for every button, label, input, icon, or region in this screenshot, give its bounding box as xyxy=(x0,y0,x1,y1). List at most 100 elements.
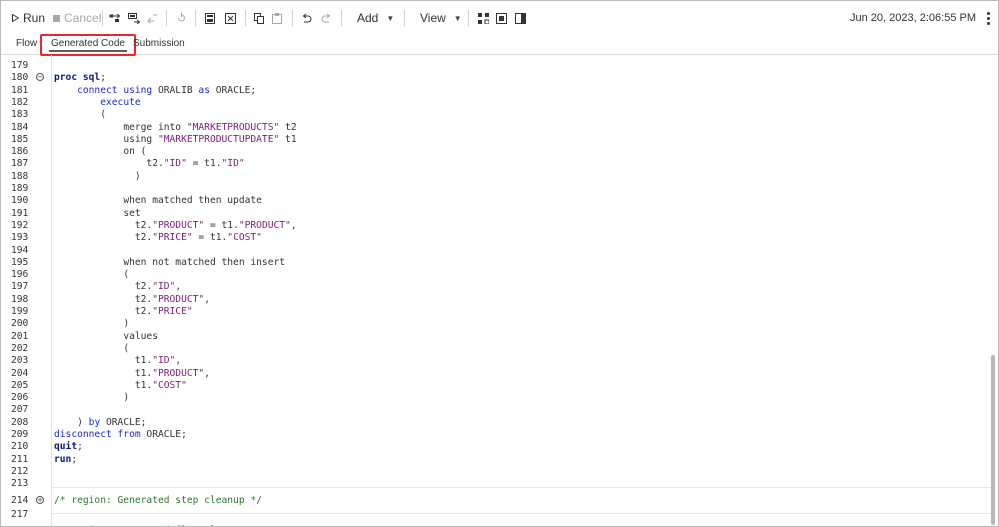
code-line[interactable]: 184 merge into "MARKETPRODUCTS" t2 xyxy=(1,122,991,134)
code-line[interactable]: 206 ) xyxy=(1,392,991,404)
tab-flow[interactable]: Flow xyxy=(16,35,37,54)
code-line[interactable]: 186 on ( xyxy=(1,146,991,158)
code-token: ) xyxy=(123,392,130,404)
code-line[interactable]: 205 t1."COST" xyxy=(1,380,991,392)
line-number: 217 xyxy=(11,508,29,520)
code-token: as xyxy=(198,84,210,96)
code-line[interactable]: 200 ) xyxy=(1,318,991,330)
code-token: t1. xyxy=(134,367,153,379)
code-line[interactable]: 189 xyxy=(1,183,991,195)
code-line[interactable]: 183 ( xyxy=(1,109,991,121)
line-number: 187 xyxy=(11,158,29,170)
code-line[interactable]: 191 set xyxy=(1,208,991,220)
code-token: , xyxy=(175,281,182,293)
run-to-node-button[interactable] xyxy=(109,1,121,35)
code-line[interactable]: 201 values xyxy=(1,331,991,343)
code-token: "PRODUCT" xyxy=(152,367,205,379)
code-line[interactable]: 187 t2."ID" = t1."ID" xyxy=(1,158,991,170)
code-line[interactable]: 185 using "MARKETPRODUCTUPDATE" t1 xyxy=(1,134,991,146)
code-token: /* region: Generated step cleanup */ xyxy=(54,494,262,506)
code-line[interactable]: 195 when not matched then insert xyxy=(1,257,991,269)
code-token: ORALIB xyxy=(152,84,199,96)
code-line[interactable]: 179 xyxy=(1,60,991,72)
redo-button[interactable] xyxy=(321,1,332,35)
code-token: "ID" xyxy=(163,158,187,170)
paste-button[interactable] xyxy=(272,1,282,35)
code-line[interactable]: 181 connect using ORALIB as ORACLE; xyxy=(1,85,991,97)
toolbar-divider xyxy=(341,10,342,26)
code-line[interactable]: 194 xyxy=(1,245,991,257)
add-menu-button[interactable]: Add ▼ xyxy=(357,1,394,35)
run-button[interactable]: Run xyxy=(12,1,45,35)
code-token: by xyxy=(88,416,101,428)
code-line[interactable]: 182 execute xyxy=(1,97,991,109)
refresh-button[interactable] xyxy=(177,1,186,35)
run-node-button[interactable] xyxy=(128,1,140,35)
line-number: 213 xyxy=(11,478,29,490)
fit-to-view-button[interactable] xyxy=(496,1,507,35)
code-text: disconnect from ORACLE; xyxy=(54,429,187,440)
more-options-icon[interactable] xyxy=(986,12,990,25)
code-line[interactable]: 213 xyxy=(1,478,991,490)
code-line[interactable]: 198 t2."PRODUCT", xyxy=(1,294,991,306)
code-token: using xyxy=(123,133,158,145)
code-line[interactable]: 196 ( xyxy=(1,269,991,281)
code-line[interactable]: 190 when matched then update xyxy=(1,195,991,207)
code-token: t2. xyxy=(134,293,153,305)
code-line[interactable]: 210 quit; xyxy=(1,441,991,453)
code-text: execute xyxy=(54,97,140,108)
tab-submission[interactable]: Submission xyxy=(133,35,185,54)
run-from-node-button[interactable] xyxy=(147,1,158,35)
save-as-icon xyxy=(225,12,236,24)
line-number: 210 xyxy=(11,441,29,453)
toolbar: Run Cancel Add ▼ View ▼ Jun 20, 2023, 2:… xyxy=(1,1,998,35)
code-line[interactable]: 209 disconnect from ORACLE; xyxy=(1,429,991,441)
code-text: t2."ID" = t1."ID" xyxy=(54,158,244,170)
code-token: quit xyxy=(54,441,78,453)
code-line[interactable]: 192 t2."PRODUCT" = t1."PRODUCT", xyxy=(1,220,991,232)
save-as-button[interactable] xyxy=(225,1,236,35)
code-token: "ID" xyxy=(152,281,176,293)
line-number: 185 xyxy=(11,133,29,145)
code-token: , xyxy=(290,219,297,231)
auto-arrange-button[interactable] xyxy=(478,1,489,35)
cancel-button[interactable]: Cancel xyxy=(53,1,101,35)
code-line[interactable]: 202 ( xyxy=(1,343,991,355)
line-number: 199 xyxy=(11,306,29,317)
expand-region-icon[interactable]: + xyxy=(36,495,44,504)
code-token: "COST" xyxy=(152,379,187,391)
code-line[interactable]: 211 run; xyxy=(1,454,991,466)
code-line[interactable]: 180− proc sql; xyxy=(1,72,991,84)
copy-button[interactable] xyxy=(254,1,264,35)
line-number: 182 xyxy=(11,96,29,108)
add-label: Add xyxy=(357,11,379,25)
code-editor[interactable]: 179 180− proc sql; 181 connect using ORALIB… xyxy=(1,55,998,526)
save-button[interactable] xyxy=(205,1,215,35)
undo-button[interactable] xyxy=(301,1,312,35)
code-token: t1. xyxy=(134,355,153,367)
code-token: ; xyxy=(71,453,78,465)
properties-button[interactable] xyxy=(515,1,526,35)
code-line[interactable]: 203 t1."ID", xyxy=(1,355,991,367)
code-line[interactable]: 193 t2."PRICE" = t1."COST" xyxy=(1,232,991,244)
arrange-icon xyxy=(478,12,489,24)
tab-bar: Flow Generated Code Submission xyxy=(1,34,998,56)
code-line[interactable]: 207 xyxy=(1,404,991,416)
vertical-scrollbar[interactable] xyxy=(991,355,995,525)
code-line[interactable]: 188 ) xyxy=(1,171,991,183)
code-token: values xyxy=(123,330,158,342)
collapse-region-icon[interactable]: − xyxy=(36,73,44,82)
code-token: ( xyxy=(123,269,130,281)
toolbar-divider xyxy=(404,10,405,26)
code-line[interactable]: 197 t2."ID", xyxy=(1,281,991,293)
line-number: 209 xyxy=(11,429,29,440)
code-line[interactable]: 199 t2."PRICE" xyxy=(1,306,991,318)
line-number: 208 xyxy=(11,416,29,428)
code-line[interactable]: 204 t1."PRODUCT", xyxy=(1,368,991,380)
tab-generated-code[interactable]: Generated Code xyxy=(40,34,136,56)
code-line[interactable]: 214 + /* region: Generated step cleanup */ xyxy=(1,495,991,507)
code-line[interactable]: 212 xyxy=(1,466,991,478)
view-menu-button[interactable]: View ▼ xyxy=(420,1,462,35)
code-line[interactable]: 208 ) by ORACLE; xyxy=(1,417,991,429)
code-line[interactable]: 217 xyxy=(1,509,991,521)
